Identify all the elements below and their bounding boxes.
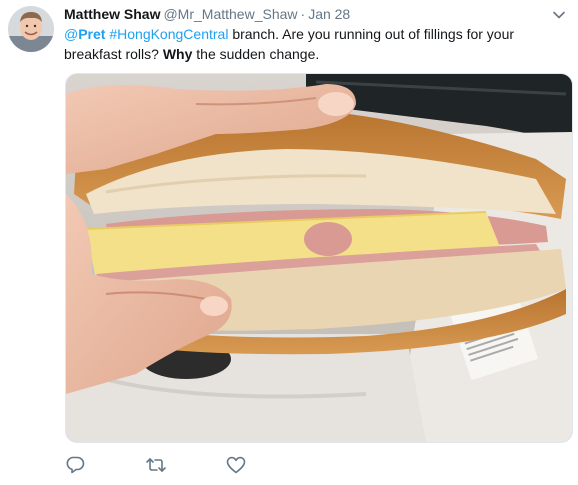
separator-dot: · (300, 6, 306, 22)
tweet-date[interactable]: Jan 28 (308, 6, 350, 22)
chevron-down-icon[interactable] (552, 8, 566, 22)
tweet-text: @Pret #HongKongCentral branch. Are you r… (64, 24, 564, 64)
mention-name: Pret (78, 26, 106, 42)
mention-at: @ (64, 26, 79, 42)
heart-icon (226, 456, 246, 474)
author-display-name[interactable]: Matthew Shaw (64, 6, 160, 22)
mention-link[interactable]: @Pret (64, 26, 105, 42)
tweet-card: Matthew Shaw @Mr_Matthew_Shaw · Jan 28 @Pre… (0, 0, 578, 485)
retweet-button[interactable] (145, 454, 167, 476)
speech-bubble-icon (66, 456, 85, 474)
retweet-arrows-icon (146, 458, 166, 472)
sandwich-photo-image: breakfast (66, 74, 572, 442)
avatar-photo (8, 6, 54, 52)
reply-button[interactable] (64, 454, 86, 476)
avatar[interactable] (8, 6, 54, 52)
tweet-photo[interactable]: breakfast (65, 73, 573, 443)
tweet-text-emphasis: Why (162, 46, 193, 62)
author-handle[interactable]: @Mr_Matthew_Shaw (163, 6, 297, 22)
tweet-header: Matthew Shaw @Mr_Matthew_Shaw · Jan 28 (64, 5, 350, 23)
like-button[interactable] (225, 454, 247, 476)
hashtag-link[interactable]: #HongKongCentral (109, 26, 228, 42)
tweet-text-part2: the sudden change. (192, 46, 320, 62)
